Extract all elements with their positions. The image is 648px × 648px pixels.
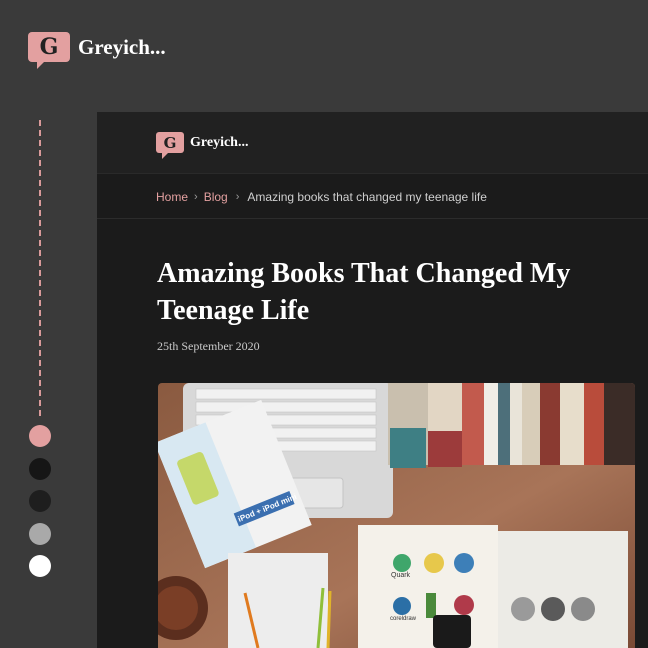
svg-text:Quark: Quark — [391, 572, 411, 579]
dashed-timeline — [39, 120, 41, 416]
breadcrumb-blog[interactable]: Blog — [204, 190, 228, 204]
site-header: G Greyich... — [97, 112, 648, 174]
swatch-grey[interactable] — [29, 522, 51, 545]
svg-text:coreldraw: coreldraw — [390, 616, 417, 622]
post-title: Amazing Books That Changed My Teenage Li… — [157, 258, 571, 326]
divider — [97, 218, 648, 219]
chevron-right-icon: › — [194, 191, 198, 203]
breadcrumb: Home › Blog › Amazing books that changed… — [156, 190, 487, 204]
book-stack — [388, 383, 635, 468]
hero-image: iPod + iPod mini Quark coreldraw — [158, 383, 635, 648]
swatch-white[interactable] — [29, 555, 51, 577]
site-name: Greyich... — [190, 134, 249, 150]
brand-name: Greyich... — [78, 34, 166, 59]
notepad — [228, 553, 328, 648]
page-preview: G Greyich... Home › Blog › Amazing books… — [97, 112, 648, 648]
post-date: 25th September 2020 — [157, 339, 260, 353]
swatch-dark[interactable] — [29, 490, 51, 512]
breadcrumb-home[interactable]: Home — [156, 190, 188, 204]
open-book: Quark coreldraw — [358, 525, 628, 648]
phone — [433, 615, 471, 648]
speech-bubble-logo-icon: G — [156, 132, 184, 159]
chevron-right-icon: › — [235, 191, 240, 203]
swatch-black[interactable] — [29, 457, 51, 480]
speech-bubble-logo-icon: G — [28, 32, 70, 69]
color-swatches — [29, 425, 51, 588]
swatch-pink[interactable] — [29, 425, 51, 447]
brand-logo[interactable]: G Greyich... — [28, 32, 166, 69]
site-logo[interactable]: G Greyich... — [156, 132, 249, 159]
breadcrumb-current: Amazing books that changed my teenage li… — [247, 190, 487, 204]
desk-photo: iPod + iPod mini Quark coreldraw — [158, 383, 635, 648]
